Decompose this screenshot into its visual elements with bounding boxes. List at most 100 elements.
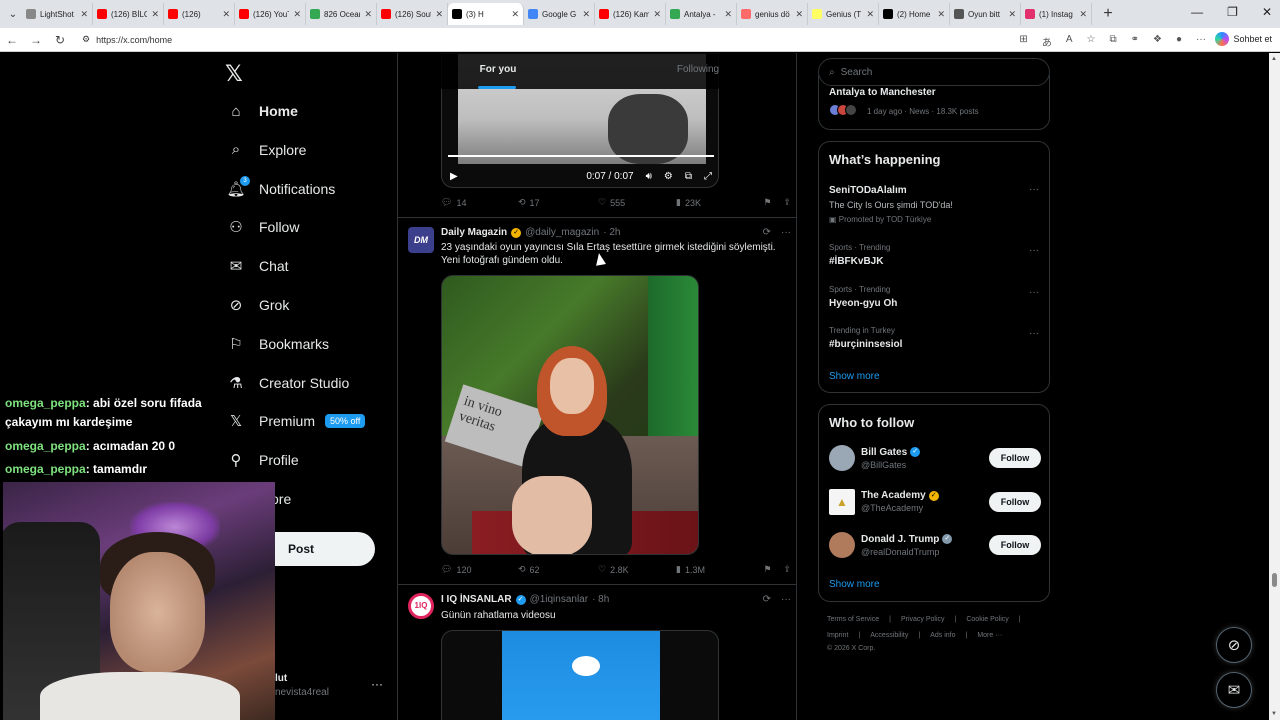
footer-link[interactable]: Ads info	[930, 632, 955, 639]
nav-item-premium[interactable]: 𝕏 Premium 50% off	[227, 409, 366, 433]
trend-more-icon[interactable]: ···	[1029, 328, 1039, 339]
browser-tab[interactable]: (126) Sout ✕	[377, 3, 448, 25]
nav-item-follow[interactable]: ⚇ Follow	[227, 215, 299, 239]
views-button[interactable]: ▮ 23K	[676, 197, 758, 208]
post-time[interactable]: · 2h	[603, 227, 620, 238]
account-more-icon[interactable]: ···	[371, 677, 383, 691]
author-handle[interactable]: @1iqinsanlar	[530, 594, 589, 605]
share-icon[interactable]: ⇪	[783, 564, 791, 575]
bookmark-icon[interactable]: ⚑	[763, 564, 771, 575]
browser-tab[interactable]: genius dö ✕	[737, 3, 808, 25]
browser-tab[interactable]: Genius (T ✕	[808, 3, 879, 25]
like-button[interactable]: ♡ 555	[598, 197, 676, 208]
trend-more-icon[interactable]: ···	[1029, 287, 1039, 298]
grok-icon[interactable]: ⟳	[763, 594, 771, 605]
translate-icon[interactable]: あ	[1042, 34, 1052, 49]
post-time[interactable]: · 8h	[592, 594, 609, 605]
trend-name[interactable]: #İBFKvBJK	[829, 256, 883, 267]
scroll-up-icon[interactable]: ▲	[1271, 56, 1277, 62]
trend-more-icon[interactable]: ···	[1029, 184, 1039, 195]
play-icon[interactable]: ▶	[450, 171, 458, 182]
trend-name[interactable]: SeniTODaAlalım	[829, 185, 907, 196]
close-tab-icon[interactable]: ✕	[222, 9, 230, 20]
forward-icon[interactable]: →	[24, 33, 48, 47]
close-tab-icon[interactable]: ✕	[1008, 9, 1016, 20]
browser-tab[interactable]: LightShot ✕	[22, 3, 93, 25]
who-to-follow-item[interactable]: Bill Gates ✓ @BillGates Follow	[829, 445, 1041, 471]
browser-tab[interactable]: Oyun bitt ✕	[950, 3, 1021, 25]
browser-tab[interactable]: Antalya - ✕	[666, 3, 737, 25]
site-info-icon[interactable]: ⚙	[82, 34, 90, 45]
footer-link[interactable]: More ···	[977, 632, 1002, 639]
apps-icon[interactable]: ⊞	[1019, 34, 1027, 49]
pip-icon[interactable]: ⧉	[685, 171, 692, 182]
post-photo[interactable]: in vino veritas	[441, 275, 699, 555]
browser-tab[interactable]: (3) H ✕	[448, 3, 524, 25]
close-tab-icon[interactable]: ✕	[293, 9, 301, 20]
author-handle[interactable]: @daily_magazin	[525, 227, 599, 238]
x-logo-icon[interactable]: 𝕏	[225, 61, 243, 87]
post-video[interactable]	[441, 630, 719, 720]
follow-button[interactable]: Follow	[989, 491, 1041, 512]
close-tab-icon[interactable]: ✕	[151, 9, 159, 20]
close-window-icon[interactable]: ✕	[1262, 5, 1272, 19]
tab-list-chevron-icon[interactable]: ⌄	[4, 9, 22, 20]
browser-tab[interactable]: (126) BİLG ✕	[93, 3, 164, 25]
volume-icon[interactable]: 🔊︎	[646, 171, 652, 182]
share-icon[interactable]: ⇪	[783, 197, 791, 208]
close-tab-icon[interactable]: ✕	[80, 9, 88, 20]
nav-item-creator-studio[interactable]: ⚗ Creator Studio	[227, 371, 349, 395]
favorite-star-icon[interactable]: ☆	[1086, 34, 1095, 49]
close-tab-icon[interactable]: ✕	[795, 9, 803, 20]
split-screen-icon[interactable]: ⚭	[1131, 34, 1139, 49]
trend-name[interactable]: Hyeon-gyu Oh	[829, 298, 897, 309]
copilot-chat-button[interactable]: Sohbet et	[1215, 32, 1272, 46]
footer-link[interactable]: Cookie Policy	[966, 616, 1008, 623]
reply-button[interactable]: 💬︎ 120	[441, 564, 518, 575]
close-tab-icon[interactable]: ✕	[364, 9, 372, 20]
new-tab-icon[interactable]: +	[1098, 5, 1118, 23]
close-tab-icon[interactable]: ✕	[582, 9, 590, 20]
footer-link[interactable]: Accessibility	[870, 632, 908, 639]
close-tab-icon[interactable]: ✕	[724, 9, 732, 20]
browser-profile-icon[interactable]: ●	[1176, 34, 1182, 49]
nav-item-bookmarks[interactable]: ⚐ Bookmarks	[227, 332, 329, 356]
close-tab-icon[interactable]: ✕	[653, 9, 661, 20]
search-input[interactable]: ⌕ Search	[818, 58, 1050, 86]
grok-icon[interactable]: ⟳	[763, 227, 771, 238]
reply-button[interactable]: 💬︎ 14	[441, 197, 518, 208]
nav-item-explore[interactable]: ⌕ Explore	[227, 138, 307, 162]
who-to-follow-item[interactable]: Donald J. Trump ✓ @realDonaldTrump Follow	[829, 532, 1041, 558]
who-to-follow-item[interactable]: ▲ The Academy ✓ @TheAcademy Follow	[829, 488, 1041, 515]
repost-button[interactable]: ⟲ 17	[518, 197, 598, 208]
browser-tab[interactable]: Google G ✕	[524, 3, 595, 25]
tab-for-you[interactable]: For you	[398, 53, 598, 89]
footer-link[interactable]: Imprint	[827, 632, 848, 639]
close-tab-icon[interactable]: ✕	[937, 9, 945, 20]
footer-link[interactable]: Privacy Policy	[901, 616, 945, 623]
show-more-link[interactable]: Show more	[829, 371, 880, 382]
browser-tab[interactable]: (126) ✕	[164, 3, 235, 25]
read-aloud-icon[interactable]: A	[1066, 34, 1073, 49]
minimize-icon[interactable]: —	[1191, 5, 1203, 19]
nav-item-grok[interactable]: ⊘ Grok	[227, 293, 290, 317]
views-button[interactable]: ▮ 1.3M	[676, 564, 758, 575]
collections-icon[interactable]: ❖	[1153, 34, 1162, 49]
bookmark-icon[interactable]: ⚑	[763, 197, 771, 208]
post-more-icon[interactable]: ···	[781, 227, 791, 238]
follow-button[interactable]: Follow	[989, 535, 1041, 555]
avatar[interactable]: DM	[408, 227, 434, 253]
close-tab-icon[interactable]: ✕	[435, 9, 443, 20]
url-field[interactable]: ⚙ https://x.com/home	[82, 34, 982, 45]
account-name[interactable]: lut	[275, 673, 287, 684]
more-browser-icon[interactable]: ···	[1196, 34, 1206, 49]
author-name[interactable]: Daily Magazin	[441, 227, 507, 238]
avatar[interactable]: ▲	[829, 488, 855, 515]
video-progress-bar[interactable]	[448, 155, 714, 157]
page-scrollbar[interactable]: ▲ ▼	[1269, 53, 1280, 720]
nav-item-notifications[interactable]: 🔔︎ 3 Notifications	[226, 175, 335, 201]
nav-item-chat[interactable]: ✉ Chat	[227, 254, 289, 278]
browser-tab[interactable]: (126) YouT ✕	[235, 3, 306, 25]
footer-link[interactable]: Terms of Service	[827, 616, 879, 623]
settings-icon[interactable]: ⚙	[664, 171, 673, 182]
